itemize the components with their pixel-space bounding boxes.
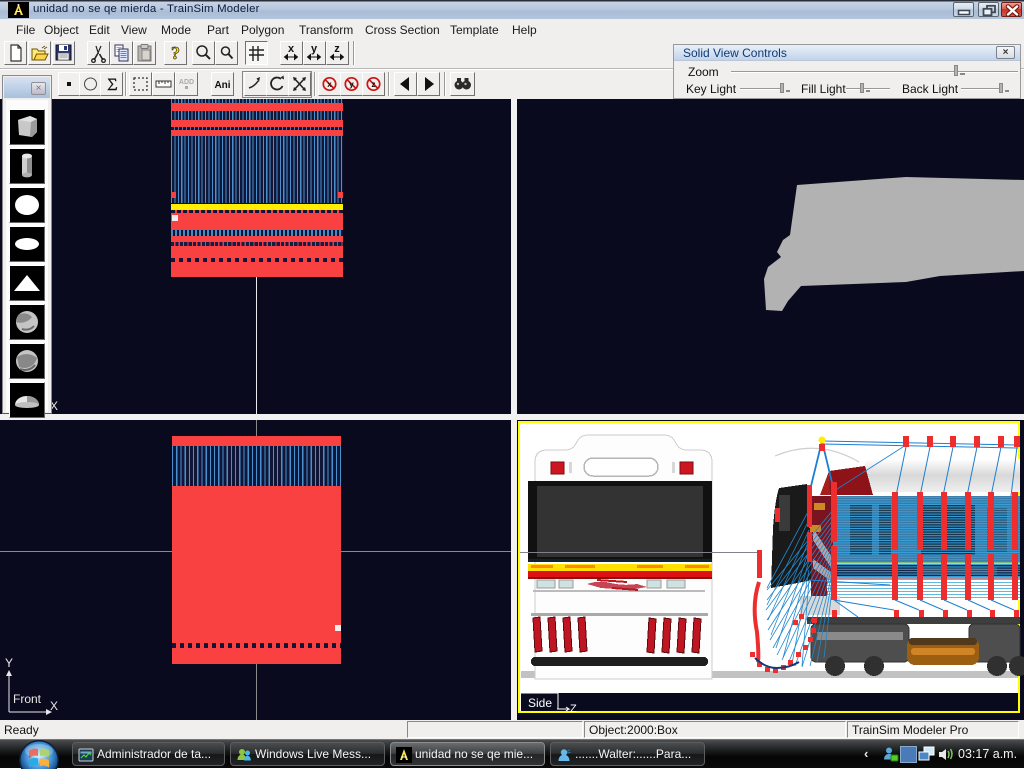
svg-text:z: z <box>334 43 340 55</box>
svg-text:x: x <box>327 80 332 89</box>
svg-text:y: y <box>311 43 318 55</box>
svg-text:Z: Z <box>570 703 577 715</box>
svg-text:z: z <box>372 80 376 89</box>
svg-text:Side: Side <box>528 696 552 710</box>
svg-text:?: ? <box>171 43 180 63</box>
svg-text:Ani: Ani <box>214 80 230 91</box>
svg-text:x: x <box>288 43 295 55</box>
svg-text:y: y <box>349 80 354 89</box>
svg-text:ADD: ADD <box>179 79 194 86</box>
